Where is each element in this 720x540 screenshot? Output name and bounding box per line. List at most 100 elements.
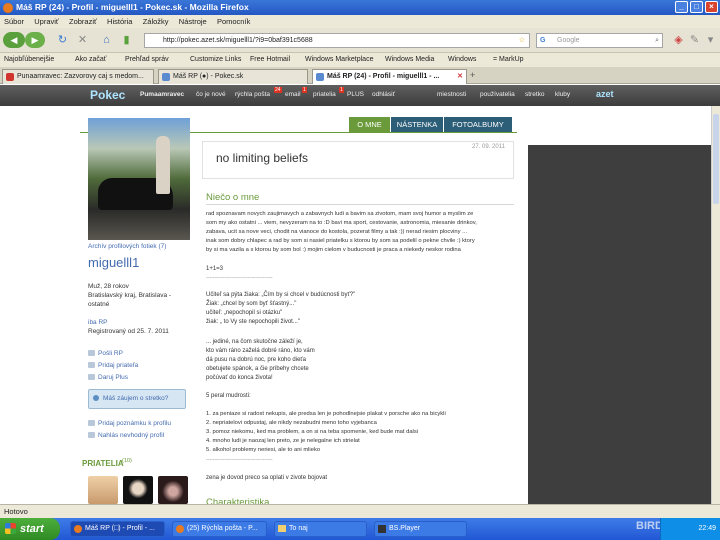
home-icon[interactable]: ⌂	[100, 34, 113, 47]
google-icon[interactable]: G	[540, 34, 545, 47]
wisdom-line: 2. nepriatelovi odpustaj, ale nikdy neza…	[206, 420, 377, 426]
nav-plus[interactable]: PLUS	[347, 91, 364, 98]
search-input[interactable]: G Google ⌕	[536, 33, 663, 48]
menu-nastroje[interactable]: Nástroje	[179, 17, 207, 26]
task-to-naj[interactable]: To naj	[274, 521, 367, 537]
start-button[interactable]: start	[0, 518, 60, 540]
about-heading: Niečo o mne	[206, 192, 260, 203]
menu-historia[interactable]: História	[107, 17, 132, 26]
menu-pomocnik[interactable]: Pomocník	[217, 17, 250, 26]
menu-zalozky[interactable]: Záložky	[143, 17, 169, 26]
signal-icon[interactable]: ▮	[120, 34, 133, 47]
nav-user-link[interactable]: Pumaamravec	[140, 91, 184, 98]
gift-plus-button[interactable]: Daruj Plus	[88, 373, 128, 382]
wisdom-heading: 5 peral mudrosti:	[206, 393, 251, 399]
nav-email[interactable]: email	[285, 91, 301, 98]
tab-label: Máš RP (●) - Pokec.sk	[173, 73, 244, 80]
back-button[interactable]: ◀	[3, 32, 25, 48]
search-placeholder: Google	[557, 37, 580, 44]
close-button[interactable]: ×	[705, 1, 718, 13]
profile-photo[interactable]	[88, 118, 190, 240]
task-label: To naj	[289, 525, 308, 532]
email-badge: 1	[302, 87, 307, 93]
task-firefox-profile[interactable]: Máš RP (□) - Profil - ...	[70, 521, 165, 537]
tab-o-mne[interactable]: O MNE	[349, 117, 390, 132]
about-text: rad spoznavam novych zaujimavych a zabav…	[206, 210, 516, 255]
add-friend-icon	[88, 362, 95, 368]
friend-avatar[interactable]	[88, 476, 118, 504]
address-bar[interactable]: http://pokec.azet.sk/miguelll1/?i9=0baf3…	[144, 33, 530, 48]
closing-line: zena je dovod preco sa oplati v zivote b…	[206, 475, 328, 481]
tab-favicon	[162, 73, 170, 81]
magnifier-icon[interactable]: ⌕	[655, 34, 659, 47]
bookmark-customize-links[interactable]: Customize Links	[190, 53, 241, 67]
nav-priatelia[interactable]: priatelia	[313, 91, 336, 98]
task-label: BS.Player	[389, 525, 421, 532]
bookmark-najoblubenejsie[interactable]: Najobľúbenejšie	[4, 53, 54, 67]
azet-logo[interactable]: azet	[596, 89, 614, 99]
bookmark-free-hotmail[interactable]: Free Hotmail	[250, 53, 290, 67]
tab-mas-rp[interactable]: Máš RP (●) - Pokec.sk	[158, 69, 308, 84]
tab-fotoalbumy[interactable]: FOTOALBUMY	[444, 117, 512, 132]
friend-avatar[interactable]	[158, 476, 188, 504]
registered-date: Registrovaný od 25. 7. 2011	[88, 328, 169, 335]
tab-label: Máš RP (24) - Profil - miguelll1 - ...	[327, 73, 440, 80]
task-rychla-posta[interactable]: (25) Rýchla pošta - P...	[172, 521, 267, 537]
nav-miestnosti[interactable]: miestnosti	[437, 91, 466, 98]
reload-icon[interactable]: ↻	[56, 34, 69, 47]
rychla-posta-badge: 24	[274, 87, 282, 93]
dating-interest-box[interactable]: Máš záujem o stretko?	[88, 389, 186, 409]
task-bsplayer[interactable]: BS.Player	[374, 521, 467, 537]
add-friend-button[interactable]: Pridaj priateľa	[88, 361, 138, 370]
tab-punaamravec[interactable]: Punaamravec: Zazvorovy caj s medom...	[2, 69, 154, 84]
menu-upravit[interactable]: Upraviť	[34, 17, 59, 26]
bookmark-markup[interactable]: = MarkUp	[493, 53, 524, 67]
status-message: no limiting beliefs	[216, 151, 309, 165]
maximize-button[interactable]: □	[690, 1, 703, 13]
nav-odhlasit[interactable]: odhlásiť	[372, 91, 395, 98]
bookmark-star-icon[interactable]: ☆	[519, 34, 525, 47]
report-profile-link[interactable]: Nahlás nevhodný profil	[88, 431, 164, 440]
equation-text: 1+1=3	[206, 266, 224, 272]
pen-icon[interactable]: ✎	[688, 34, 701, 47]
toolbar-menu-icon[interactable]: ▾	[704, 34, 717, 47]
nav-stretko[interactable]: stretko	[525, 91, 545, 98]
firefox-icon	[3, 3, 13, 13]
quote-line: kto vám ráno zaželá dobré ráno, kto vám	[206, 348, 315, 354]
friend-avatar[interactable]	[123, 476, 153, 504]
menu-zobrazit[interactable]: Zobraziť	[69, 17, 97, 26]
plus-status-link[interactable]: iba RP	[88, 318, 108, 327]
nav-pouzivatelia[interactable]: používatelia	[480, 91, 515, 98]
nav-kluby[interactable]: kluby	[555, 91, 570, 98]
divider-line: ----------------------------------------	[206, 275, 273, 281]
bookmark-windows-media[interactable]: Windows Media	[385, 53, 434, 67]
nav-rychla-posta[interactable]: rýchla pošta	[235, 91, 270, 98]
pokec-logo[interactable]: Pokec	[90, 88, 125, 102]
tab-profil-active[interactable]: Máš RP (24) - Profil - miguelll1 - ... ✕	[312, 69, 467, 84]
profile-username: miguelll1	[88, 255, 140, 270]
addon-icon[interactable]: ◈	[672, 34, 685, 47]
profile-info-city: ostatné	[88, 301, 110, 308]
wisdom-line: 3. pomoz niekomu, ked ma problem, a on s…	[206, 429, 419, 435]
bookmark-ako-zacat[interactable]: Ako začať	[75, 53, 106, 67]
scroll-thumb[interactable]	[713, 114, 719, 204]
photo-archive-link[interactable]: Archív profilových fotiek (7)	[88, 242, 166, 251]
nav-co-je-nove[interactable]: čo je nové	[196, 91, 226, 98]
minimize-button[interactable]: _	[675, 1, 688, 13]
vertical-scrollbar[interactable]	[711, 106, 720, 504]
add-note-link[interactable]: Pridaj poznámku k profilu	[88, 419, 171, 428]
send-rp-button[interactable]: Pošli RP	[88, 349, 123, 358]
menu-bar: Súbor Upraviť Zobraziť História Záložky …	[0, 15, 720, 28]
profile-info-gender-age: Muž, 28 rokov	[88, 283, 129, 290]
tab-close-icon[interactable]: ✕	[457, 70, 463, 83]
forward-button[interactable]: ▶	[25, 32, 45, 48]
bookmark-windows-marketplace[interactable]: Windows Marketplace	[305, 53, 373, 67]
mail-icon	[88, 350, 95, 356]
new-tab-button[interactable]: +	[470, 70, 475, 80]
bookmark-windows[interactable]: Windows	[448, 53, 476, 67]
stop-icon[interactable]: ✕	[76, 34, 89, 47]
bookmark-prehlad-sprav[interactable]: Prehľad správ	[125, 53, 169, 67]
menu-subor[interactable]: Súbor	[4, 17, 24, 26]
tab-nastenka[interactable]: NÁSTENKA	[391, 117, 443, 132]
url-text: http://pokec.azet.sk/miguelll1/?i9=0baf3…	[163, 37, 313, 44]
